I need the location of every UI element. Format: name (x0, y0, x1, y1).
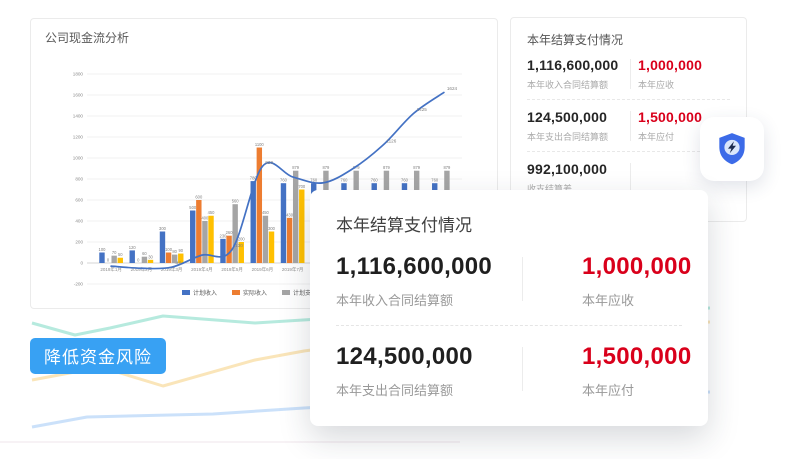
overlay-receivable-label: 本年应收 (582, 290, 691, 309)
svg-text:100: 100 (99, 247, 107, 252)
svg-text:800: 800 (75, 177, 83, 182)
svg-text:879: 879 (413, 165, 421, 170)
panel-income-value: 1,116,600,000 (527, 57, 623, 73)
svg-text:1126: 1126 (386, 138, 396, 143)
divider (522, 347, 523, 391)
shield-lightning-icon (713, 130, 751, 168)
svg-text:260: 260 (226, 230, 234, 235)
svg-text:2019年2月: 2019年2月 (131, 266, 153, 273)
overlay-expense-label: 本年支出合同结算额 (336, 380, 522, 399)
panel-balance-value: 992,100,000 (527, 161, 623, 177)
divider (630, 163, 631, 193)
svg-text:760: 760 (280, 178, 288, 183)
svg-text:1100: 1100 (255, 142, 265, 147)
dashboard: 公司现金流分析 -2000200400600800100012001400160… (0, 0, 792, 459)
svg-text:760: 760 (371, 178, 379, 183)
svg-text:2019年6月: 2019年6月 (252, 266, 274, 273)
svg-text:2019年4月: 2019年4月 (191, 266, 213, 273)
svg-text:450: 450 (208, 210, 216, 215)
svg-text:920: 920 (265, 160, 273, 165)
overlay-expense-value: 124,500,000 (336, 343, 522, 371)
svg-text:1600: 1600 (73, 93, 84, 98)
svg-text:90: 90 (178, 248, 183, 253)
svg-text:879: 879 (292, 165, 300, 170)
svg-text:879: 879 (383, 165, 391, 170)
svg-text:120: 120 (129, 245, 137, 250)
panel-receivable-value: 1,000,000 (638, 57, 702, 73)
svg-text:200: 200 (75, 240, 83, 245)
divider (630, 111, 631, 141)
svg-text:700: 700 (298, 184, 306, 189)
svg-text:-40: -40 (175, 261, 182, 266)
svg-text:560: 560 (232, 199, 240, 204)
overlay-title: 本年结算支付情况 (336, 211, 682, 236)
svg-text:760: 760 (431, 178, 439, 183)
svg-text:-200: -200 (74, 282, 84, 287)
svg-text:200: 200 (238, 236, 246, 241)
overlay-row-income: 1,116,600,000 本年收入合同结算额 1,000,000 本年应收 (336, 236, 682, 326)
panel-payable-label: 本年应付 (638, 130, 702, 143)
svg-text:60: 60 (142, 251, 147, 256)
security-shield-widget[interactable] (700, 117, 764, 181)
cashflow-chart-title: 公司现金流分析 (45, 29, 129, 46)
settlement-row-income: 1,116,600,000 本年收入合同结算额 1,000,000 本年应收 (527, 48, 730, 100)
svg-text:1800: 1800 (73, 72, 84, 77)
settlement-overlay-card: 本年结算支付情况 1,116,600,000 本年收入合同结算额 1,000,0… (310, 190, 708, 426)
svg-text:2019年5月: 2019年5月 (221, 266, 243, 273)
overlay-income-value: 1,116,600,000 (336, 253, 522, 281)
svg-text:430: 430 (286, 212, 294, 217)
svg-text:879: 879 (444, 165, 452, 170)
panel-payable-value: 1,500,000 (638, 109, 702, 125)
svg-text:450: 450 (262, 210, 270, 215)
divider (630, 59, 631, 89)
risk-reduction-badge: 降低资金风险 (30, 338, 166, 374)
svg-text:300: 300 (159, 226, 167, 231)
overlay-receivable-value: 1,000,000 (582, 253, 691, 281)
svg-text:760: 760 (341, 178, 349, 183)
svg-text:600: 600 (195, 194, 203, 199)
svg-text:70: 70 (112, 250, 117, 255)
divider (522, 257, 523, 301)
svg-text:400: 400 (202, 215, 210, 220)
svg-text:2019年7月: 2019年7月 (282, 266, 304, 273)
svg-text:300: 300 (268, 226, 276, 231)
svg-text:600: 600 (75, 198, 83, 203)
svg-text:1624: 1624 (447, 86, 458, 91)
svg-text:计划收入: 计划收入 (193, 289, 217, 297)
overlay-income-label: 本年收入合同结算额 (336, 290, 522, 309)
svg-text:500: 500 (189, 205, 197, 210)
overlay-payable-label: 本年应付 (582, 380, 691, 399)
svg-text:80: 80 (172, 249, 177, 254)
svg-text:50: 50 (118, 252, 123, 257)
svg-text:130: 130 (235, 243, 243, 248)
overlay-payable-value: 1,500,000 (582, 343, 691, 371)
panel-expense-label: 本年支出合同结算额 (527, 130, 623, 143)
svg-text:0: 0 (137, 257, 140, 262)
panel-expense-value: 124,500,000 (527, 109, 623, 125)
panel-income-label: 本年收入合同结算额 (527, 78, 623, 91)
svg-text:1200: 1200 (73, 135, 84, 140)
svg-text:1425: 1425 (417, 107, 428, 112)
svg-text:30: 30 (148, 254, 153, 259)
overlay-row-expense: 124,500,000 本年支出合同结算额 1,500,000 本年应付 (336, 326, 682, 415)
svg-text:879: 879 (323, 165, 331, 170)
svg-text:0: 0 (80, 261, 83, 266)
panel-receivable-label: 本年应收 (638, 78, 702, 91)
settlement-panel-title: 本年结算支付情况 (527, 31, 730, 48)
svg-text:400: 400 (75, 219, 83, 224)
svg-text:实际收入: 实际收入 (243, 289, 267, 297)
svg-text:0: 0 (107, 257, 110, 262)
svg-text:760: 760 (401, 178, 409, 183)
svg-text:1000: 1000 (73, 156, 84, 161)
svg-text:1400: 1400 (73, 114, 84, 119)
